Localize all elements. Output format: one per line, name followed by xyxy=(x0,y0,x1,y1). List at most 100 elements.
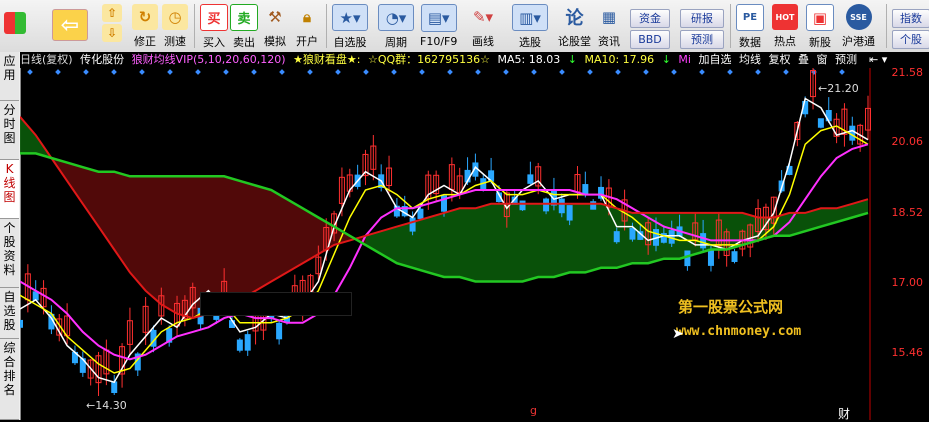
stock-select-label: 选股 xyxy=(519,36,541,49)
period-icon: ◔▾ xyxy=(378,4,414,31)
prev-icon[interactable]: ⇤ xyxy=(869,53,878,66)
candle-body xyxy=(519,200,526,211)
forecast-button[interactable]: 预测 xyxy=(680,30,724,49)
star-folder-icon: ★▾ xyxy=(332,4,368,31)
event-marker xyxy=(531,69,537,75)
watchlist-button[interactable]: ★▾ 自选股 xyxy=(332,2,368,50)
indicator-tag: ★狼财看盘★: xyxy=(293,53,361,66)
hot-button[interactable]: HOT 热点 xyxy=(772,2,798,50)
forum-button[interactable]: 论 论股堂 xyxy=(558,2,591,50)
research-button[interactable]: 研报 xyxy=(680,9,724,28)
new-stock-button[interactable]: ▣ 新股 xyxy=(806,2,834,50)
high-annotation: ←21.20 xyxy=(818,82,859,95)
avg-line-button[interactable]: 均线 xyxy=(739,53,761,66)
event-marker xyxy=(223,69,229,75)
price-tick-1: 21.58 xyxy=(891,66,924,79)
stock-button[interactable]: 个股 xyxy=(892,30,929,49)
event-marker xyxy=(335,69,341,75)
event-marker xyxy=(671,69,677,75)
event-marker xyxy=(307,69,313,75)
kline-chart[interactable] xyxy=(20,68,929,420)
event-marker xyxy=(643,69,649,75)
hk-connect-button[interactable]: SSE 沪港通 xyxy=(842,2,875,50)
draw-line-button[interactable]: ✎▾ 画线 xyxy=(466,2,500,50)
sell-button[interactable]: 卖 卖出 xyxy=(230,2,258,50)
indicator-name: 狼财均线VIP(5,10,20,60,120) xyxy=(131,53,286,66)
document-icon: ▦ xyxy=(601,8,617,26)
candle-body xyxy=(817,118,824,128)
forecast-link[interactable]: 预测 xyxy=(835,53,857,66)
price-tick-3: 18.52 xyxy=(891,206,924,219)
ma10-value: MA10: 17.96 xyxy=(584,53,655,66)
tab-ranking[interactable]: 综合排名 xyxy=(0,339,19,420)
info-button[interactable]: ▦ 资讯 xyxy=(596,2,622,50)
mi-label: Mi xyxy=(678,53,691,66)
event-marker xyxy=(447,69,453,75)
event-marker xyxy=(699,69,705,75)
up-arrow-icon: ⇧ xyxy=(102,4,122,22)
event-marker xyxy=(279,69,285,75)
back-button[interactable]: ⇦ xyxy=(52,2,88,50)
ma5-arrow: ↓ xyxy=(567,53,577,66)
period-button[interactable]: ◔▾ 周期 xyxy=(378,2,414,50)
f10-button[interactable]: ▤▾ F10/F9 xyxy=(420,2,457,50)
data-label: 数据 xyxy=(739,36,761,49)
tab-apps[interactable]: 应用 xyxy=(0,52,19,101)
ma5-value: MA5: 18.03 xyxy=(497,53,561,66)
side-tabs: 应用 分时图 K线图 个股资料 自选股 综合排名 xyxy=(0,52,21,420)
dropdown-icon[interactable]: ▾ xyxy=(882,53,888,66)
candle-body xyxy=(684,250,691,267)
high-value: 21.20 xyxy=(827,82,859,95)
tab-profile[interactable]: 个股资料 xyxy=(0,219,19,288)
data-button[interactable]: PE 数据 xyxy=(736,2,764,50)
filter-icon: ▥▾ xyxy=(512,4,548,31)
candle-body xyxy=(417,208,424,219)
candle-body xyxy=(276,322,283,340)
simulate-button[interactable]: ⚒ 模拟 xyxy=(262,2,288,50)
qq-group: ☆QQ群：162795136☆ xyxy=(368,53,491,66)
grid-logo-icon xyxy=(4,12,26,34)
tab-kline[interactable]: K线图 xyxy=(0,160,19,219)
event-marker xyxy=(27,69,33,75)
window-button[interactable]: 窗 xyxy=(816,53,827,66)
app-logo[interactable] xyxy=(4,2,26,50)
stock-select-button[interactable]: ▥▾ 选股 xyxy=(512,2,548,50)
tab-intraday[interactable]: 分时图 xyxy=(0,101,19,160)
toolbar: ⇦ ⇧ ⇩ ↻ 修正 ◷ 测速 买 买入 卖 卖出 ⚒ 模拟 🔒︎ 开户 ★▾ … xyxy=(0,0,929,53)
period-text[interactable]: 日线(复权) xyxy=(20,53,73,66)
speed-test-button[interactable]: ◷ 测速 xyxy=(162,2,188,50)
event-marker xyxy=(503,69,509,75)
ma10-arrow: ↓ xyxy=(661,53,671,66)
bbd-button[interactable]: BBD xyxy=(630,30,670,49)
simulate-label: 模拟 xyxy=(264,35,286,48)
candle-body xyxy=(700,233,707,249)
modify-button[interactable]: ↻ 修正 xyxy=(132,2,158,50)
fire-icon: HOT xyxy=(772,4,798,30)
restore-button[interactable]: 复权 xyxy=(768,53,790,66)
event-marker xyxy=(587,69,593,75)
hot-label: 热点 xyxy=(774,35,796,48)
index-button[interactable]: 指数 xyxy=(892,9,929,28)
event-marker xyxy=(83,69,89,75)
buy-button[interactable]: 买 买入 xyxy=(200,2,228,50)
add-watch-button[interactable]: 加自选 xyxy=(698,53,731,66)
event-marker xyxy=(615,69,621,75)
event-marker xyxy=(55,69,61,75)
stock-name: 传化股份 xyxy=(80,53,125,66)
event-marker xyxy=(755,69,761,75)
buy-icon: 买 xyxy=(200,4,228,31)
info-label: 资讯 xyxy=(598,35,620,48)
tab-watchlist[interactable]: 自选股 xyxy=(0,288,19,339)
candle-body xyxy=(527,174,534,184)
fund-button[interactable]: 资金 xyxy=(630,9,670,28)
watermark-title: 第一股票公式网 xyxy=(678,298,784,316)
refresh-icon: ↻ xyxy=(132,4,158,30)
new-stock-label: 新股 xyxy=(809,36,831,49)
overlay-button[interactable]: 叠 xyxy=(798,53,809,66)
down-arrow-icon: ⇩ xyxy=(102,24,122,42)
candle-body xyxy=(32,291,39,301)
back-arrow-icon: ⇦ xyxy=(52,9,88,41)
event-marker xyxy=(167,69,173,75)
up-down-buttons[interactable]: ⇧ ⇩ xyxy=(100,2,124,50)
open-account-button[interactable]: 🔒︎ 开户 xyxy=(294,2,320,50)
